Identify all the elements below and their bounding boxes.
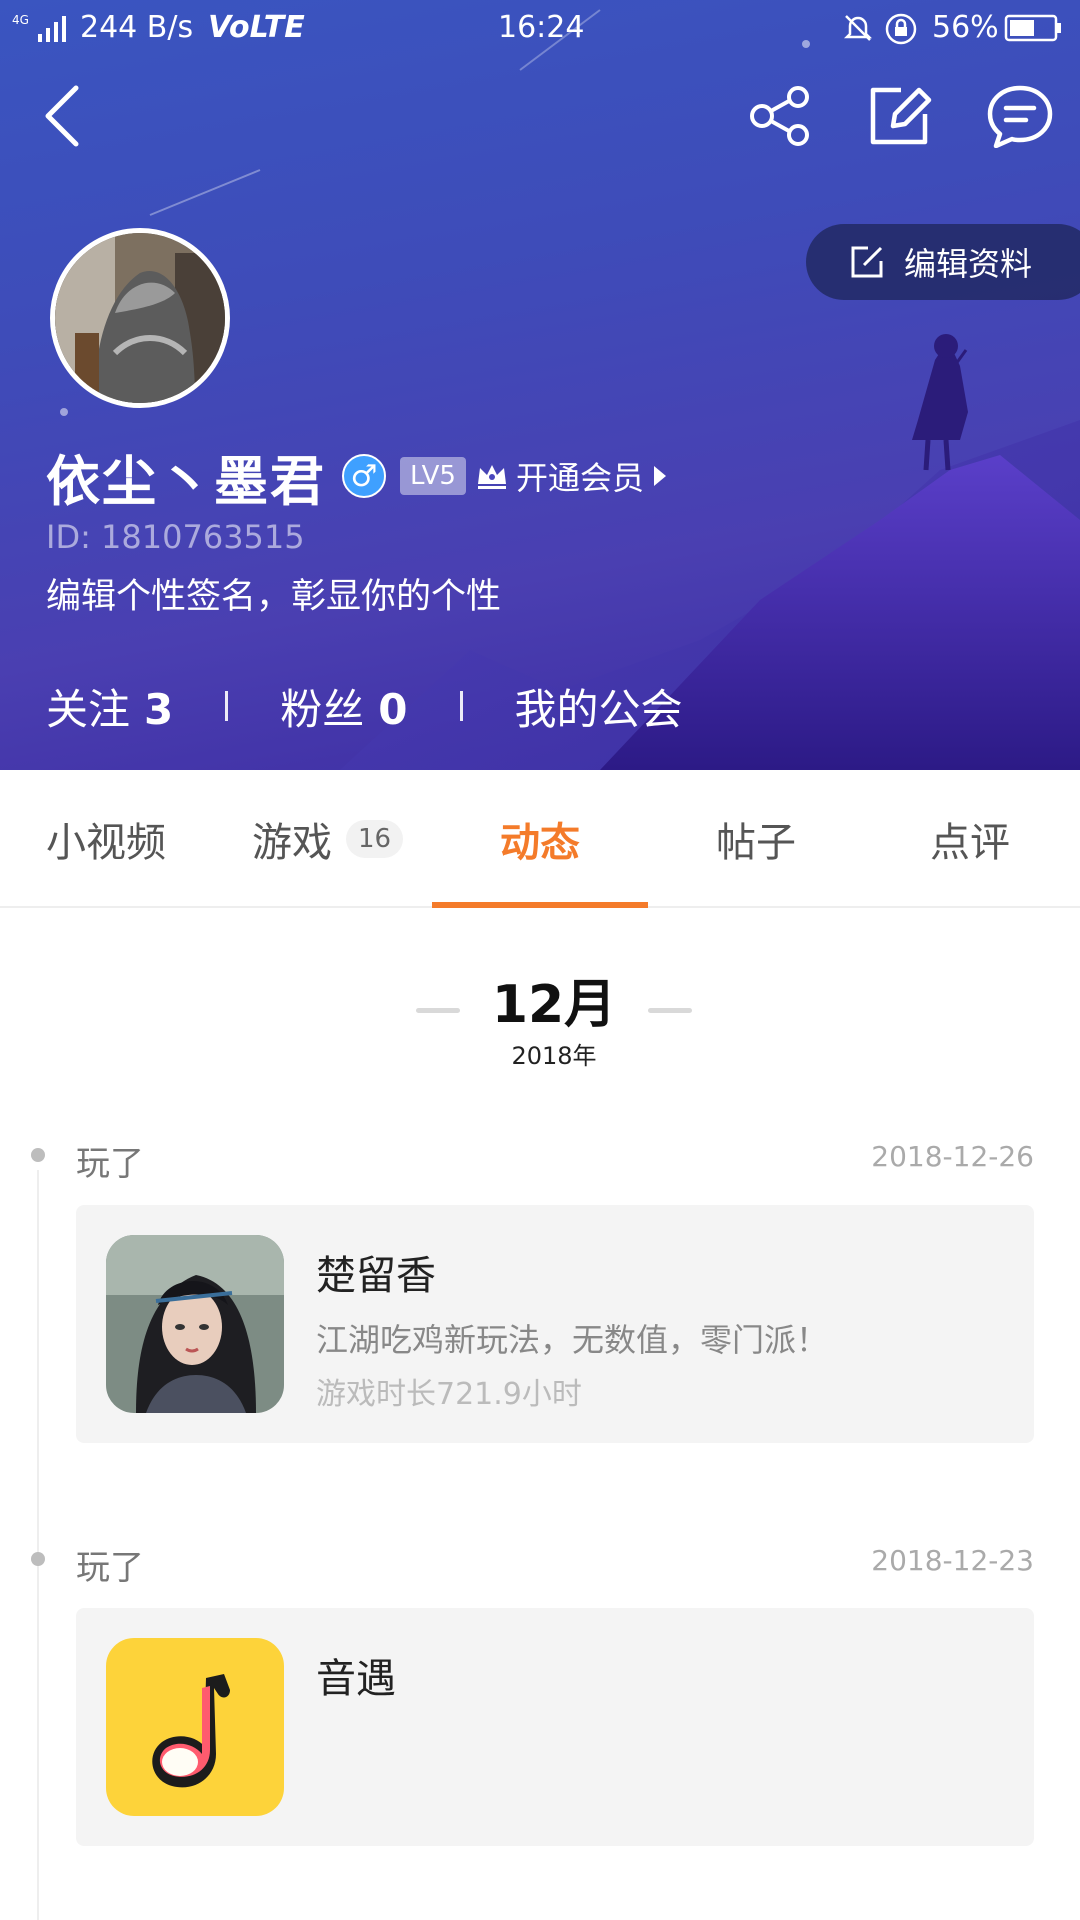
profile-tabs: 小视频 游戏 16 动态 帖子 点评 bbox=[0, 770, 1080, 908]
game-description: 江湖吃鸡新玩法，无数值，零门派！ bbox=[316, 1321, 829, 1359]
game-name: 楚留香 bbox=[316, 1253, 436, 1299]
my-guild-link[interactable]: 我的公会 bbox=[515, 676, 683, 737]
fans-count: 0 bbox=[378, 684, 408, 734]
message-button[interactable] bbox=[980, 78, 1060, 158]
gender-male-icon: ♂ bbox=[342, 454, 386, 498]
tab-label: 动态 bbox=[500, 820, 580, 866]
stat-divider bbox=[225, 691, 229, 721]
active-tab-indicator bbox=[432, 902, 648, 908]
tab-reviews[interactable]: 点评 bbox=[930, 770, 1010, 908]
game-icon-chuliuxiang bbox=[106, 1235, 284, 1413]
name-row: 依尘丶墨君 ♂ LV5 开通会员 bbox=[46, 440, 668, 513]
avatar[interactable] bbox=[50, 228, 230, 408]
crown-icon bbox=[476, 462, 508, 490]
vip-button[interactable]: 开通会员 bbox=[476, 453, 668, 499]
stat-divider bbox=[459, 691, 463, 721]
following-label: 关注 bbox=[46, 684, 131, 734]
edit-post-icon bbox=[867, 84, 933, 152]
battery-icon bbox=[1004, 14, 1064, 50]
fans-stat[interactable]: 粉丝 0 bbox=[280, 676, 407, 737]
back-icon bbox=[40, 84, 84, 152]
svg-text:4G: 4G bbox=[12, 13, 29, 27]
fans-label: 粉丝 bbox=[280, 684, 365, 734]
vip-label: 开通会员 bbox=[515, 459, 644, 497]
tab-short-video[interactable]: 小视频 bbox=[46, 770, 166, 908]
month-dash-right bbox=[648, 1008, 692, 1013]
profile-stats: 关注 3 粉丝 0 我的公会 bbox=[46, 678, 683, 734]
share-icon bbox=[748, 86, 812, 150]
status-bar: 4G 244 B/s VoLTE 16:24 56% bbox=[0, 0, 1080, 58]
share-button[interactable] bbox=[740, 78, 820, 158]
edit-profile-button[interactable]: 编辑资料 bbox=[806, 224, 1080, 300]
user-id: ID: 1810763515 bbox=[46, 518, 305, 556]
signature-edit[interactable]: 编辑个性签名，彰显你的个性 bbox=[46, 568, 501, 619]
message-icon bbox=[986, 84, 1054, 152]
timeline-line bbox=[37, 1170, 39, 1920]
mute-icon bbox=[842, 12, 874, 52]
avatar-photo bbox=[55, 233, 225, 403]
battery-percent: 56% bbox=[932, 10, 999, 45]
game-icon-yinyu bbox=[106, 1638, 284, 1816]
username: 依尘丶墨君 bbox=[46, 449, 326, 513]
tab-activity[interactable]: 动态 bbox=[500, 770, 580, 908]
timeline-dot bbox=[31, 1552, 45, 1566]
clock: 16:24 bbox=[498, 10, 585, 45]
back-button[interactable] bbox=[22, 78, 102, 158]
caret-right-icon bbox=[652, 464, 668, 488]
profile-header: 4G 244 B/s VoLTE 16:24 56% 编辑资料 依尘丶墨君 ♂ … bbox=[0, 0, 1080, 770]
tab-label: 点评 bbox=[930, 820, 1010, 866]
edit-icon bbox=[850, 245, 884, 279]
rotation-lock-icon bbox=[884, 12, 918, 54]
tab-label: 帖子 bbox=[716, 820, 796, 866]
edit-post-button[interactable] bbox=[860, 78, 940, 158]
activity-action: 玩了 bbox=[76, 1144, 144, 1184]
month-heading: 12月 bbox=[491, 975, 617, 1035]
tab-posts[interactable]: 帖子 bbox=[716, 770, 796, 908]
game-card[interactable]: 音遇 bbox=[76, 1608, 1034, 1846]
year-label: 2018年 bbox=[511, 1042, 597, 1070]
tab-label: 小视频 bbox=[46, 820, 166, 866]
signal-icon: 4G bbox=[12, 12, 72, 52]
games-count-badge: 16 bbox=[346, 820, 404, 858]
edit-profile-label: 编辑资料 bbox=[904, 245, 1033, 283]
network-speed: 244 B/s bbox=[80, 10, 194, 45]
game-card[interactable]: 楚留香 江湖吃鸡新玩法，无数值，零门派！ 游戏时长721.9小时 bbox=[76, 1205, 1034, 1443]
activity-date: 2018-12-23 bbox=[871, 1544, 1034, 1577]
volte-indicator: VoLTE bbox=[208, 10, 305, 45]
tab-games[interactable]: 游戏 16 bbox=[252, 770, 404, 908]
following-count: 3 bbox=[144, 684, 174, 734]
tab-label: 游戏 bbox=[252, 820, 332, 866]
activity-action: 玩了 bbox=[76, 1548, 144, 1588]
activity-date: 2018-12-26 bbox=[871, 1140, 1034, 1173]
game-name: 音遇 bbox=[316, 1656, 396, 1702]
game-playtime: 游戏时长721.9小时 bbox=[316, 1377, 582, 1412]
level-badge: LV5 bbox=[400, 457, 466, 495]
following-stat[interactable]: 关注 3 bbox=[46, 676, 173, 737]
timeline-dot bbox=[31, 1148, 45, 1162]
